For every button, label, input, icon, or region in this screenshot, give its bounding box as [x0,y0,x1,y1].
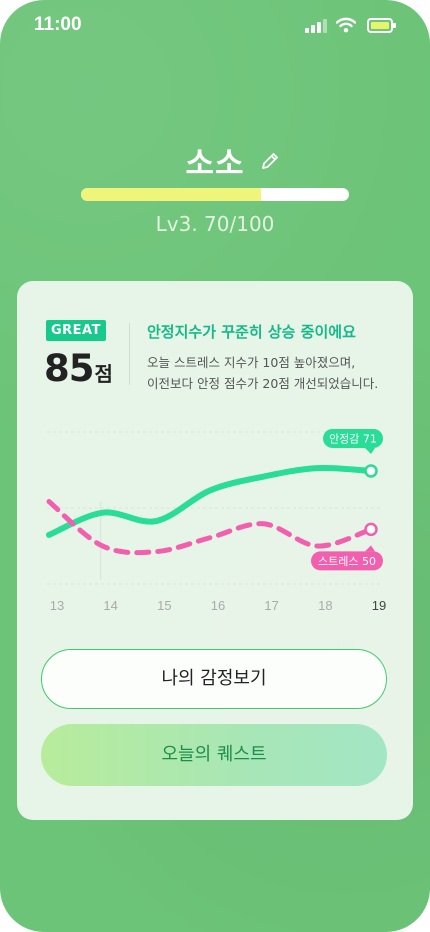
wifi-icon [335,17,357,37]
view-emotions-button[interactable]: 나의 감정보기 [41,649,387,709]
battery-icon [367,18,396,33]
status-bar: 11:00 [0,0,430,54]
level-progress-bar [81,188,349,201]
cellular-signal-icon [305,19,327,33]
x-tick-label: 19 [372,598,386,613]
grade-badge: GREAT [46,320,106,341]
report-description: 오늘 스트레스 지수가 10점 높아졌으며, 이전보다 안정 점수가 20점 개… [147,352,378,394]
x-tick-label: 18 [318,598,332,613]
x-tick-label: 14 [103,598,117,613]
report-description-line: 이전보다 안정 점수가 20점 개선되었습니다. [147,376,379,391]
score: 85점 [44,347,113,391]
score-unit: 점 [94,362,113,386]
report-description-line: 오늘 스트레스 지수가 10점 높아졌으며, [147,355,356,370]
series-label-pointer [365,447,375,454]
x-tick-label: 15 [157,598,171,613]
level-label: Lv3. 70/100 [155,212,275,236]
profile-name: 소소 [185,146,245,182]
status-time: 11:00 [34,14,82,35]
series-label-pointer [365,545,375,552]
x-tick-label: 16 [211,598,225,613]
divider [129,323,130,385]
x-tick-label: 17 [264,598,278,613]
emotion-trend-chart: 안정감 71 스트레스 50 13 14 15 16 17 18 19 [17,410,413,620]
series-line-stress [46,499,374,556]
pencil-icon[interactable] [259,150,281,176]
daily-quest-button[interactable]: 오늘의 퀘스트 [41,724,387,786]
app-screen: 11:00 소소 Lv3. 70/100 GREAT 85점 안정지수가 꾸준히… [0,0,430,932]
level-progress-fill [81,188,261,201]
series-label: 스트레스 50 [318,555,376,568]
series-line-stability [46,464,374,538]
report-headline: 안정지수가 꾸준히 상승 중이에요 [147,323,356,341]
score-value: 85 [44,347,94,390]
chart-canvas: 안정감 71 스트레스 50 13 14 15 16 17 18 19 [46,428,386,613]
series-label: 안정감 71 [329,432,377,445]
x-tick-label: 13 [50,598,64,613]
series-end-point [364,522,378,537]
series-end-point [364,464,378,478]
